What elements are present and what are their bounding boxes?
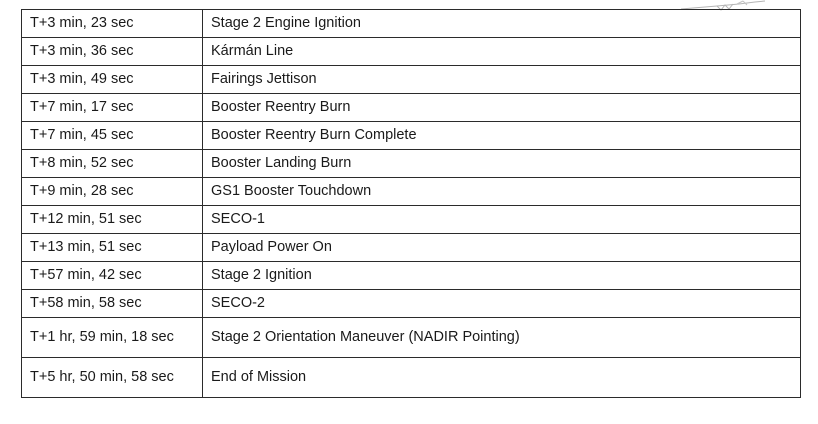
table-row: T+1 hr, 59 min, 18 sec Stage 2 Orientati… <box>21 317 801 358</box>
time-cell: T+58 min, 58 sec <box>21 289 203 318</box>
time-cell: T+9 min, 28 sec <box>21 177 203 206</box>
time-cell: T+3 min, 49 sec <box>21 65 203 94</box>
time-cell: T+7 min, 45 sec <box>21 121 203 150</box>
time-cell: T+57 min, 42 sec <box>21 261 203 290</box>
event-cell: Booster Reentry Burn Complete <box>202 121 801 150</box>
table-row: T+7 min, 17 sec Booster Reentry Burn <box>21 93 801 122</box>
event-cell: Stage 2 Engine Ignition <box>202 9 801 38</box>
mission-timeline-table: T+3 min, 23 sec Stage 2 Engine Ignition … <box>21 9 801 398</box>
table-row: T+3 min, 49 sec Fairings Jettison <box>21 65 801 94</box>
time-cell: T+7 min, 17 sec <box>21 93 203 122</box>
event-cell: Fairings Jettison <box>202 65 801 94</box>
event-cell: End of Mission <box>202 357 801 398</box>
table-row: T+58 min, 58 sec SECO-2 <box>21 289 801 318</box>
event-cell: Stage 2 Ignition <box>202 261 801 290</box>
table-row: T+3 min, 36 sec Kármán Line <box>21 37 801 66</box>
table-row: T+8 min, 52 sec Booster Landing Burn <box>21 149 801 178</box>
event-cell: GS1 Booster Touchdown <box>202 177 801 206</box>
time-cell: T+5 hr, 50 min, 58 sec <box>21 357 203 398</box>
event-cell: Booster Reentry Burn <box>202 93 801 122</box>
event-cell: Payload Power On <box>202 233 801 262</box>
time-cell: T+3 min, 23 sec <box>21 9 203 38</box>
table-row: T+9 min, 28 sec GS1 Booster Touchdown <box>21 177 801 206</box>
time-cell: T+12 min, 51 sec <box>21 205 203 234</box>
table-row: T+5 hr, 50 min, 58 sec End of Mission <box>21 357 801 398</box>
time-cell: T+1 hr, 59 min, 18 sec <box>21 317 203 358</box>
time-cell: T+3 min, 36 sec <box>21 37 203 66</box>
event-cell: SECO-1 <box>202 205 801 234</box>
document-page: T+3 min, 23 sec Stage 2 Engine Ignition … <box>0 0 818 424</box>
event-cell: Stage 2 Orientation Maneuver (NADIR Poin… <box>202 317 801 358</box>
event-cell: Booster Landing Burn <box>202 149 801 178</box>
time-cell: T+13 min, 51 sec <box>21 233 203 262</box>
table-row: T+3 min, 23 sec Stage 2 Engine Ignition <box>21 9 801 38</box>
event-cell: Kármán Line <box>202 37 801 66</box>
table-row: T+57 min, 42 sec Stage 2 Ignition <box>21 261 801 290</box>
table-row: T+12 min, 51 sec SECO-1 <box>21 205 801 234</box>
table-row: T+7 min, 45 sec Booster Reentry Burn Com… <box>21 121 801 150</box>
time-cell: T+8 min, 52 sec <box>21 149 203 178</box>
event-cell: SECO-2 <box>202 289 801 318</box>
table-row: T+13 min, 51 sec Payload Power On <box>21 233 801 262</box>
